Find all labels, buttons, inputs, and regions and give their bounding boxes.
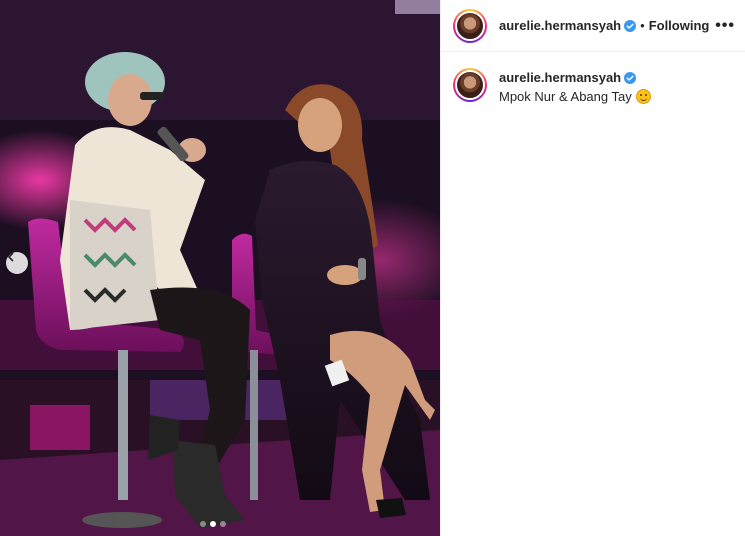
post-photo[interactable]: [0, 0, 440, 536]
comment-body: aurelie.hermansyah Mpok Nur & Abang Tay: [499, 70, 651, 104]
carousel-indicator: [200, 521, 226, 527]
verified-badge-icon: [624, 71, 637, 84]
following-button[interactable]: Following: [649, 18, 710, 33]
avatar[interactable]: [453, 68, 487, 102]
carousel-dot-active: [210, 521, 216, 527]
caption-text: Mpok Nur & Abang Tay: [499, 89, 632, 104]
chevron-left-icon: [8, 252, 14, 262]
carousel-dot: [220, 521, 226, 527]
caption-text-row: Mpok Nur & Abang Tay: [499, 89, 651, 104]
caption-comment: aurelie.hermansyah Mpok Nur & Abang Tay: [441, 52, 745, 104]
username-link[interactable]: aurelie.hermansyah: [499, 70, 621, 85]
carousel-prev-button[interactable]: [6, 252, 28, 274]
comment-user: aurelie.hermansyah: [499, 70, 651, 85]
stage-photo-illustration: [0, 0, 440, 536]
avatar-image: [455, 10, 485, 41]
avatar[interactable]: [453, 8, 487, 43]
verified-badge-icon: [624, 19, 637, 32]
separator: •: [640, 18, 645, 33]
username-link[interactable]: aurelie.hermansyah: [499, 18, 621, 33]
post-header: aurelie.hermansyah • Following •••: [441, 0, 745, 52]
smiling-face-icon: [635, 89, 651, 104]
more-options-icon[interactable]: •••: [715, 17, 735, 35]
carousel-dot: [200, 521, 206, 527]
avatar-image: [455, 70, 485, 100]
post-sidebar: aurelie.hermansyah • Following ••• aurel…: [440, 0, 745, 536]
